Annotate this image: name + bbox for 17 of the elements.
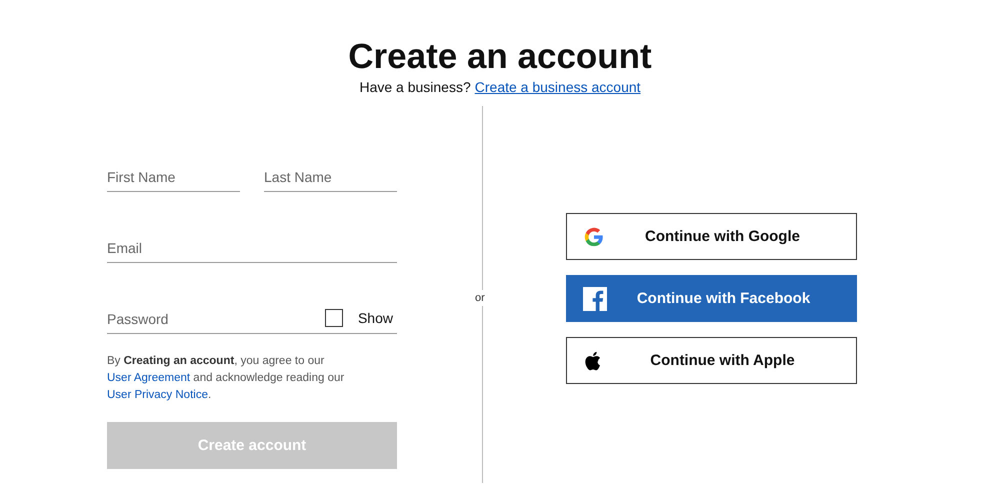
last-name-field[interactable]: Last Name: [264, 161, 397, 192]
first-name-field[interactable]: First Name: [107, 161, 240, 192]
or-separator: or: [475, 290, 485, 306]
show-password-label: Show: [358, 310, 393, 326]
show-password-checkbox[interactable]: [324, 309, 343, 327]
legal-notice: By Creating an account, you agree to our User Agreement and acknowledge reading our User Privacy Notice.: [107, 354, 346, 403]
business-account-link[interactable]: Create a business account: [474, 79, 641, 95]
apple-sign-in-button[interactable]: Continue with Apple: [566, 337, 857, 384]
email-field[interactable]: Email: [107, 232, 397, 263]
google-logo-icon: [583, 226, 605, 248]
facebook-logo-icon: [583, 286, 607, 310]
legal-link[interactable]: User Privacy Notice: [107, 389, 208, 401]
google-sign-in-button[interactable]: Continue with Google: [566, 213, 857, 260]
facebook-sign-in-button[interactable]: Continue with Facebook: [566, 275, 857, 322]
page-title: Create an account: [347, 36, 653, 78]
legal-link[interactable]: User Agreement: [107, 372, 190, 384]
business-prompt: Have a business?: [359, 79, 471, 95]
